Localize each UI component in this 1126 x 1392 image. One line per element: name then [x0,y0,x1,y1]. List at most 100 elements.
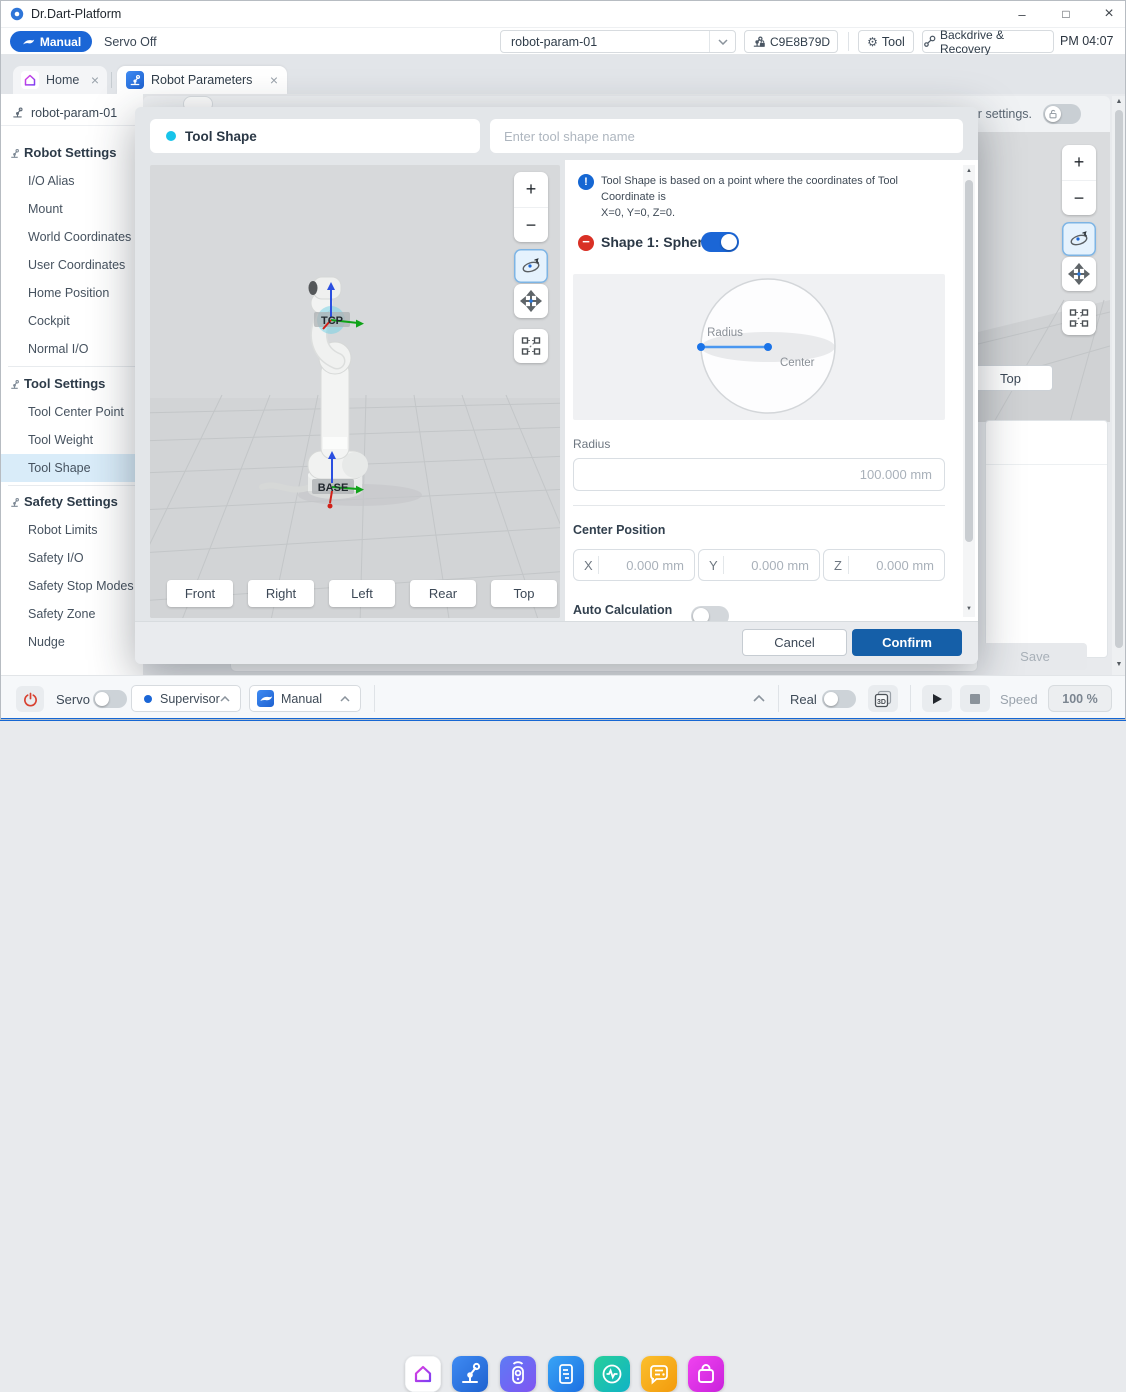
save-button[interactable]: Save [983,643,1087,670]
base-label: BASE [318,482,349,494]
sidebar-item-world-coordinates[interactable]: World Coordinates [0,223,143,251]
scroll-down-icon[interactable]: ▼ [1112,659,1126,671]
confirm-button[interactable]: Confirm [852,629,962,656]
dialog-3d-viewport[interactable]: BASE TCP Front Right Left Rear Top [150,165,560,618]
zoom-out-button[interactable]: − [1062,180,1096,215]
servo-label: Servo [56,692,90,707]
dialog-scroll-down-icon[interactable]: ▼ [963,603,975,615]
sidebar-item-io-alias[interactable]: I/O Alias [0,167,143,195]
dialog-measure-button[interactable] [514,329,548,363]
window-minimize-button[interactable]: – [1006,0,1038,28]
sidebar-item-normal-io[interactable]: Normal I/O [0,335,143,363]
orbit-icon [1068,228,1090,250]
view-top-button[interactable]: Top [491,580,557,607]
tab-home-close-icon[interactable]: × [91,72,99,88]
view-rear-button[interactable]: Rear [410,580,476,607]
cancel-button[interactable]: Cancel [742,629,847,656]
tab-robot-parameters-label: Robot Parameters [151,73,252,87]
background-measure-button[interactable] [1062,301,1096,335]
play-button[interactable] [922,685,952,712]
real-toggle[interactable] [822,690,856,708]
sidebar-item-tool-shape[interactable]: Tool Shape [0,454,143,482]
sidebar-item-tool-center-point[interactable]: Tool Center Point [0,398,143,426]
confirm-button-label: Confirm [882,635,932,650]
view-left-button[interactable]: Left [329,580,395,607]
sidebar-item-safety-io[interactable]: Safety I/O [0,544,143,572]
dialog-scrollbar[interactable]: ▲ ▼ [963,165,975,617]
stop-button[interactable] [960,685,990,712]
parameter-lock-toggle[interactable] [1043,104,1081,124]
tool-button[interactable]: ⚙ Tool [858,30,914,53]
shape-enabled-toggle[interactable] [701,232,739,252]
sidebar-item-nudge[interactable]: Nudge [0,628,143,656]
dialog-scrollbar-thumb[interactable] [965,180,973,542]
sidebar-item-safety-stop-modes[interactable]: Safety Stop Modes [0,572,143,600]
operation-mode-select[interactable]: Manual [249,685,361,712]
axis-letter: X [574,558,598,573]
sidebar-item-tool-weight[interactable]: Tool Weight [0,426,143,454]
auto-calculation-label: Auto Calculation [573,603,672,617]
robot-id-badge[interactable]: C9E8B79D [744,30,838,53]
dialog-footer: Cancel Confirm [135,621,978,664]
view-front-button[interactable]: Front [167,580,233,607]
window-maximize-button[interactable]: □ [1050,0,1082,28]
zoom-in-button[interactable]: + [1062,145,1096,180]
orbit-icon [520,255,542,277]
view-3d-button[interactable]: 3D [868,685,898,712]
background-orbit-button[interactable] [1062,222,1096,256]
play-icon [932,693,943,705]
role-select[interactable]: Supervisor [131,685,241,712]
background-pan-button[interactable] [1062,257,1096,291]
sidebar-header[interactable]: robot-param-01 [0,100,143,126]
robot-icon [10,105,25,120]
main-scrollbar-thumb[interactable] [1115,110,1123,648]
sidebar-item-cockpit[interactable]: Cockpit [0,307,143,335]
app-messages[interactable] [641,1356,677,1392]
remove-shape-icon[interactable]: − [578,235,594,251]
item-label: Safety Zone [28,607,95,621]
background-view-top-button[interactable]: Top [968,365,1053,391]
center-x-input[interactable]: X 0.000 mm [573,549,695,581]
app-device-manager[interactable] [548,1356,584,1392]
mode-button[interactable]: Manual [10,31,92,52]
speed-value-box[interactable]: 100 % [1048,685,1112,712]
backdrive-button[interactable]: Backdrive & Recovery [922,30,1054,53]
power-button[interactable] [16,686,44,712]
dialog-pan-button[interactable] [514,284,548,318]
sidebar: robot-param-01 Robot Settings I/O Alias … [0,94,143,675]
window-close-button[interactable]: × [1093,0,1125,28]
robot-3d-canvas: BASE TCP [150,165,560,618]
clock: PM 04:07 [1060,34,1114,48]
app-monitoring[interactable] [594,1356,630,1392]
main-scrollbar[interactable]: ▲ ▼ [1112,96,1126,675]
pan-icon [520,290,542,312]
tab-robot-parameters[interactable]: Robot Parameters × [117,66,287,94]
sidebar-item-home-position[interactable]: Home Position [0,279,143,307]
zoom-in-button[interactable]: + [514,172,548,207]
section-title: Tool Settings [24,376,105,391]
cyan-dot-icon [166,131,176,141]
app-remote-control[interactable] [500,1356,536,1392]
view-right-button[interactable]: Right [248,580,314,607]
tool-shape-name-input[interactable] [490,119,963,153]
dialog-orbit-button[interactable] [514,249,548,283]
sidebar-item-robot-limits[interactable]: Robot Limits [0,516,143,544]
app-home[interactable] [405,1356,441,1392]
dialog-scroll-up-icon[interactable]: ▲ [963,165,975,177]
zoom-out-button[interactable]: − [514,207,548,242]
radius-input[interactable]: 100.000 mm [573,458,945,491]
tab-home[interactable]: Home × [13,66,107,94]
app-store[interactable] [688,1356,724,1392]
app-robot-parameters[interactable] [452,1356,488,1392]
sidebar-item-mount[interactable]: Mount [0,195,143,223]
servo-toggle[interactable] [93,690,127,708]
dock-expand-chevron[interactable] [752,691,766,706]
device-manager-app-icon [548,1356,584,1392]
sidebar-item-safety-zone[interactable]: Safety Zone [0,600,143,628]
center-z-input[interactable]: Z 0.000 mm [823,549,945,581]
sidebar-item-user-coordinates[interactable]: User Coordinates [0,251,143,279]
param-select[interactable]: robot-param-01 [500,30,736,53]
tab-robot-parameters-close-icon[interactable]: × [270,72,278,88]
center-y-input[interactable]: Y 0.000 mm [698,549,820,581]
scroll-up-icon[interactable]: ▲ [1112,96,1126,108]
